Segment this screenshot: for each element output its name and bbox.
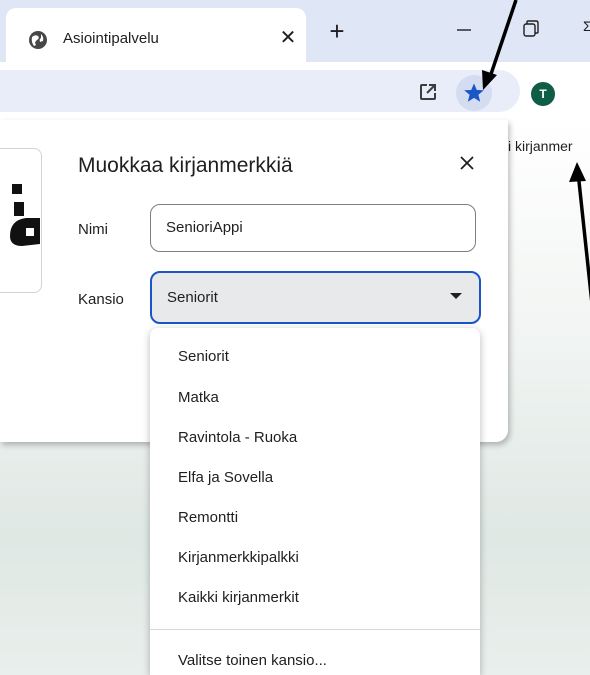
folder-option-matka[interactable]: Matka (178, 389, 219, 406)
dialog-title: Muokkaa kirjanmerkkiä (78, 154, 293, 177)
tab-close-icon[interactable]: ✕ (274, 24, 302, 52)
profile-avatar[interactable]: T (531, 82, 555, 106)
bookmarks-bar-text[interactable]: i kirjanmer (508, 138, 573, 154)
star-icon (464, 83, 484, 102)
folder-option-seniorit[interactable]: Seniorit (178, 348, 229, 365)
close-window-icon[interactable]: Σ (583, 18, 590, 34)
tab-title: Asiointipalvelu (63, 30, 159, 47)
folder-select-value: Seniorit (167, 289, 218, 306)
name-label: Nimi (78, 221, 108, 238)
choose-other-folder-option[interactable]: Valitse toinen kansio... (178, 652, 327, 669)
bookmark-star-button[interactable] (456, 75, 492, 111)
folder-option-elfa[interactable]: Elfa ja Sovella (178, 469, 273, 486)
browser-toolbar: T (0, 62, 590, 120)
restore-icon[interactable] (520, 18, 542, 40)
chevron-down-icon (450, 293, 462, 299)
folder-option-kaikki[interactable]: Kaikki kirjanmerkit (178, 589, 299, 606)
tab-strip: Asiointipalvelu ✕ + Σ (0, 0, 590, 62)
minimize-icon[interactable] (452, 18, 476, 42)
address-bar[interactable] (0, 70, 520, 112)
folder-select[interactable]: Seniorit (150, 271, 481, 324)
folder-option-remontti[interactable]: Remontti (178, 509, 238, 526)
globe-icon (29, 31, 47, 49)
folder-option-kirjanmerkkipalkki[interactable]: Kirjanmerkkipalkki (178, 549, 299, 566)
new-tab-button[interactable]: + (322, 17, 352, 47)
folder-dropdown-list: Seniorit Matka Ravintola - Ruoka Elfa ja… (150, 328, 480, 675)
tab-asiointipalvelu[interactable]: Asiointipalvelu ✕ (6, 8, 306, 62)
folder-label: Kansio (78, 291, 124, 308)
folder-option-ravintola[interactable]: Ravintola - Ruoka (178, 429, 297, 446)
dropdown-divider (150, 629, 480, 630)
open-in-new-icon[interactable] (418, 82, 438, 102)
page-logo-icon (10, 184, 40, 246)
name-input[interactable]: SenioriAppi (150, 204, 476, 252)
dialog-close-icon[interactable] (452, 148, 482, 178)
